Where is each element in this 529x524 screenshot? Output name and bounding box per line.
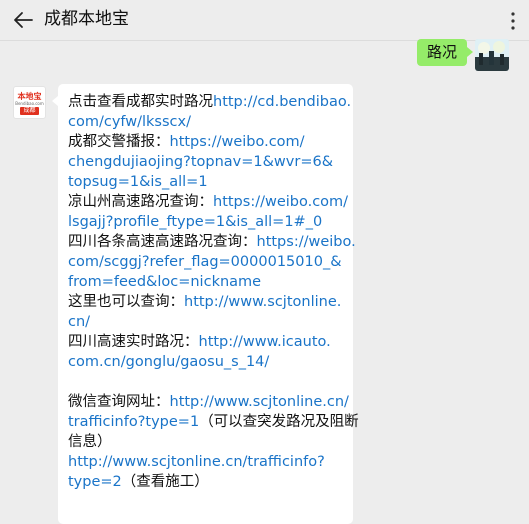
- message-link[interactable]: lsgajj?profile_ftype=1&is_all=1#_0: [68, 214, 322, 230]
- message-line: com/cyfw/lksscx/: [68, 112, 345, 132]
- bot-avatar[interactable]: 本地宝 Bendibao.com 成都: [13, 86, 46, 119]
- message-link[interactable]: com/cyfw/lksscx/: [68, 114, 191, 130]
- message-link[interactable]: com.cn/gonglu/gaosu_s_14/: [68, 354, 269, 370]
- message-link[interactable]: http://www.scjtonline.cn/: [170, 394, 349, 410]
- chat-title: 成都本地宝: [44, 9, 129, 29]
- message-line: 凉山州高速路况查询：https://weibo.com/: [68, 192, 348, 212]
- more-vertical-icon[interactable]: [509, 11, 517, 31]
- title-bar: 成都本地宝: [0, 0, 529, 41]
- message-text: 四川高速实时路况：: [68, 334, 199, 350]
- user-avatar[interactable]: [475, 39, 509, 71]
- message-text: 凉山州高速路况查询：: [68, 194, 213, 210]
- message-link[interactable]: com/scggj?refer_flag=0000015010_&: [68, 254, 342, 270]
- message-line: http://www.scjtonline.cn/trafficinfo?: [68, 452, 345, 472]
- message-line: com/scggj?refer_flag=0000015010_&: [68, 252, 345, 272]
- message-line: topsug=1&is_all=1: [68, 172, 345, 192]
- message-line: 这里也可以查询：http://www.scjtonline.: [68, 292, 345, 312]
- message-link[interactable]: http://cd.bendibao.: [213, 94, 351, 110]
- message-text: （查看施工）: [121, 474, 209, 490]
- incoming-message: 点击查看成都实时路况http://cd.bendibao. com/cyfw/lk…: [52, 84, 359, 524]
- message-line: cn/: [68, 312, 345, 332]
- message-link[interactable]: http://www.scjtonline.cn/trafficinfo?: [68, 454, 325, 470]
- logo-text: 本地宝: [17, 92, 42, 101]
- message-link[interactable]: https://weibo.com/: [170, 134, 305, 150]
- message-text: 这里也可以查询：: [68, 294, 184, 310]
- logo-city: 成都: [20, 107, 39, 115]
- message-line: 成都交警播报：https://weibo.com/: [68, 132, 345, 152]
- avatar-image-icon: [475, 39, 509, 71]
- message-link[interactable]: trafficinfo?type=1: [68, 414, 199, 430]
- message-line: com.cn/gonglu/gaosu_s_14/: [68, 352, 345, 372]
- message-text: 成都交警播报：: [68, 134, 170, 150]
- message-link[interactable]: http://www.scjtonline.: [184, 294, 341, 310]
- message-link[interactable]: from=feed&loc=nickname: [68, 274, 261, 290]
- message-text: 微信查询网址：: [68, 394, 170, 410]
- message-line: 四川高速实时路况：http://www.icauto.: [68, 332, 345, 352]
- message-line: chengdujiaojing?topnav=1&wvr=6&: [68, 152, 345, 172]
- message-line: type=2（查看施工）: [68, 472, 345, 492]
- message-line: trafficinfo?type=1（可以查突发路况及阻断: [68, 412, 359, 432]
- message-link[interactable]: type=2: [68, 474, 122, 490]
- message-line: 点击查看成都实时路况http://cd.bendibao.: [68, 92, 351, 112]
- message-line: 信息）: [68, 432, 345, 452]
- message-link[interactable]: chengdujiaojing?topnav=1&wvr=6&: [68, 154, 333, 170]
- message-link[interactable]: cn/: [68, 314, 90, 330]
- message-link[interactable]: topsug=1&is_all=1: [68, 174, 208, 190]
- message-text: 信息）: [68, 434, 112, 450]
- message-line: 四川各条高速高速路况查询：https://weibo.: [68, 232, 356, 252]
- logo-domain: Bendibao.com: [15, 101, 44, 106]
- message-link[interactable]: https://weibo.: [257, 234, 356, 250]
- message-line: 微信查询网址：http://www.scjtonline.cn/: [68, 392, 349, 412]
- message-line: from=feed&loc=nickname: [68, 272, 345, 292]
- outgoing-message[interactable]: 路况: [416, 39, 474, 66]
- back-arrow-icon[interactable]: [12, 9, 34, 31]
- message-line: lsgajj?profile_ftype=1&is_all=1#_0: [68, 212, 345, 232]
- message-text: 四川各条高速高速路况查询：: [68, 234, 257, 250]
- message-link[interactable]: https://weibo.com/: [213, 194, 348, 210]
- message-text: （可以查突发路况及阻断: [199, 414, 359, 430]
- message-text: 点击查看成都实时路况: [68, 94, 213, 110]
- message-link[interactable]: http://www.icauto.: [199, 334, 331, 350]
